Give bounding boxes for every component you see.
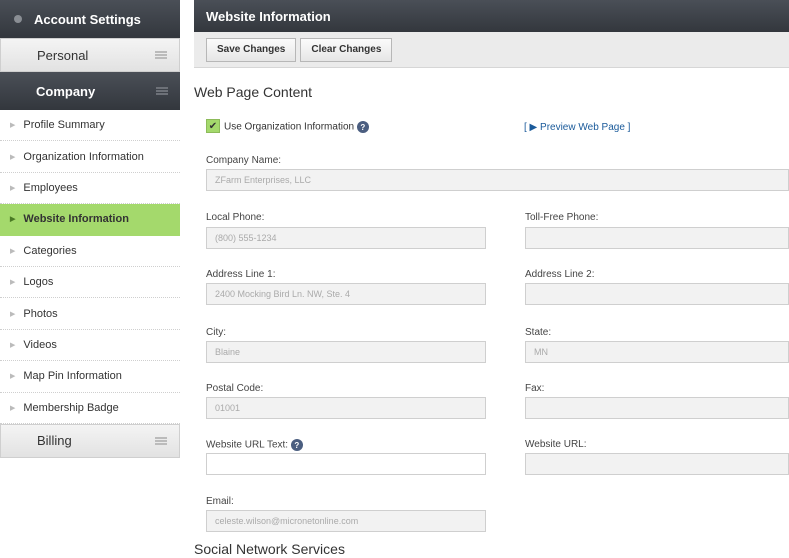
address2-input[interactable] xyxy=(525,283,789,305)
help-icon[interactable]: ? xyxy=(356,121,369,133)
fax-label: Fax: xyxy=(525,383,545,394)
chevron-right-icon: ▶ xyxy=(10,341,16,349)
company-name-input[interactable]: ZFarm Enterprises, LLC xyxy=(206,169,789,191)
sidebar-item-label: Videos xyxy=(23,338,57,351)
sidebar-item-employees[interactable]: ▶ Employees xyxy=(0,172,180,205)
chevron-right-icon: ▶ xyxy=(10,247,16,255)
company-name-label: Company Name: xyxy=(206,155,282,166)
sidebar-section-company[interactable]: Company xyxy=(0,72,180,110)
state-label: State: xyxy=(525,327,552,338)
billing-label: Billing xyxy=(37,433,72,449)
toll-free-label: Toll-Free Phone: xyxy=(525,212,599,223)
postal-code-input[interactable]: 01001 xyxy=(206,397,486,419)
sidebar-item-label: Membership Badge xyxy=(23,401,119,414)
sidebar-item-organization-information[interactable]: ▶ Organization Information xyxy=(0,141,180,173)
sidebar-section-personal[interactable]: Personal xyxy=(0,38,180,72)
use-org-checkbox[interactable]: ✔ xyxy=(206,119,220,133)
email-label: Email: xyxy=(206,496,234,507)
sidebar-item-map-pin-information[interactable]: ▶ Map Pin Information xyxy=(0,361,180,393)
company-label: Company xyxy=(36,83,96,99)
sidebar-item-profile-summary[interactable]: ▶ Profile Summary xyxy=(0,110,180,142)
state-input[interactable]: MN xyxy=(525,341,789,363)
postal-code-label: Postal Code: xyxy=(206,383,264,394)
chevron-right-icon: ▶ xyxy=(10,310,16,318)
sidebar-item-membership-badge[interactable]: ▶ Membership Badge xyxy=(0,392,180,424)
save-changes-button[interactable]: Save Changes xyxy=(206,37,297,62)
company-nav-list: ▶ Profile Summary ▶ Organization Informatio… xyxy=(0,110,180,424)
main-content: Website Information Save Changes Clear C… xyxy=(194,0,789,557)
chevron-right-icon: ▶ xyxy=(10,184,16,192)
menu-icon xyxy=(155,51,167,59)
check-icon: ✔ xyxy=(208,120,218,132)
sidebar-item-photos[interactable]: ▶ Photos xyxy=(0,298,180,330)
sidebar-item-label: Map Pin Information xyxy=(23,370,122,383)
address2-label: Address Line 2: xyxy=(525,269,595,280)
chevron-right-icon: ▶ xyxy=(10,153,16,161)
fax-input[interactable] xyxy=(525,397,789,419)
local-phone-input[interactable]: (800) 555-1234 xyxy=(206,227,486,249)
sidebar-item-website-information[interactable]: ▶ Website Information xyxy=(0,204,180,236)
panel-header: Website Information xyxy=(194,0,789,32)
use-org-label: Use Organization Information ? xyxy=(224,121,369,133)
local-phone-label: Local Phone: xyxy=(206,212,265,223)
sidebar-section-billing[interactable]: Billing xyxy=(0,423,180,458)
sidebar-item-label: Categories xyxy=(23,244,77,257)
menu-icon xyxy=(155,436,167,445)
account-settings-header[interactable]: Account Settings xyxy=(0,0,180,38)
bullet-icon xyxy=(14,15,22,23)
city-input[interactable]: Blaine xyxy=(206,341,486,363)
website-url-text-input[interactable] xyxy=(206,453,486,475)
website-url-input[interactable] xyxy=(525,453,789,475)
website-url-label: Website URL: xyxy=(525,439,587,450)
toll-free-input[interactable] xyxy=(525,227,789,249)
address1-label: Address Line 1: xyxy=(206,269,276,280)
sidebar-item-label: Profile Summary xyxy=(23,119,105,132)
clear-changes-button[interactable]: Clear Changes xyxy=(300,37,393,62)
chevron-right-icon: ▶ xyxy=(10,404,16,412)
use-org-label-text: Use Organization Information xyxy=(224,121,355,133)
help-icon[interactable]: ? xyxy=(290,439,303,451)
sidebar-item-logos[interactable]: ▶ Logos xyxy=(0,266,180,299)
address1-input[interactable]: 2400 Mocking Bird Ln. NW, Ste. 4 xyxy=(206,283,486,305)
sidebar-item-label: Logos xyxy=(23,276,54,289)
chevron-right-icon: ▶ xyxy=(10,122,16,130)
sidebar-item-label: Organization Information xyxy=(23,150,144,163)
chevron-right-icon: ▶ xyxy=(10,279,16,287)
menu-icon xyxy=(156,87,168,95)
account-settings-label: Account Settings xyxy=(34,11,141,27)
website-url-text-label: Website URL Text: ? xyxy=(206,439,303,451)
social-network-title: Social Network Services xyxy=(194,541,345,557)
page-title: Web Page Content xyxy=(194,84,313,100)
sidebar-item-label: Website Information xyxy=(23,213,129,226)
sidebar: Account Settings Personal Company ▶ Profi… xyxy=(0,0,180,458)
personal-label: Personal xyxy=(37,47,89,63)
website-url-text-label-text: Website URL Text: xyxy=(206,439,289,451)
sidebar-item-label: Photos xyxy=(23,307,58,320)
email-input[interactable]: celeste.wilson@micronetonline.com xyxy=(206,510,486,532)
preview-web-page-link[interactable]: [ ▶ Preview Web Page ] xyxy=(524,122,630,133)
sidebar-item-categories[interactable]: ▶ Categories xyxy=(0,235,180,267)
chevron-right-icon: ▶ xyxy=(10,373,16,381)
chevron-right-icon: ▶ xyxy=(10,216,16,224)
city-label: City: xyxy=(206,327,226,338)
toolbar: Save Changes Clear Changes xyxy=(194,32,789,68)
sidebar-item-label: Employees xyxy=(23,181,78,194)
sidebar-item-videos[interactable]: ▶ Videos xyxy=(0,329,180,362)
